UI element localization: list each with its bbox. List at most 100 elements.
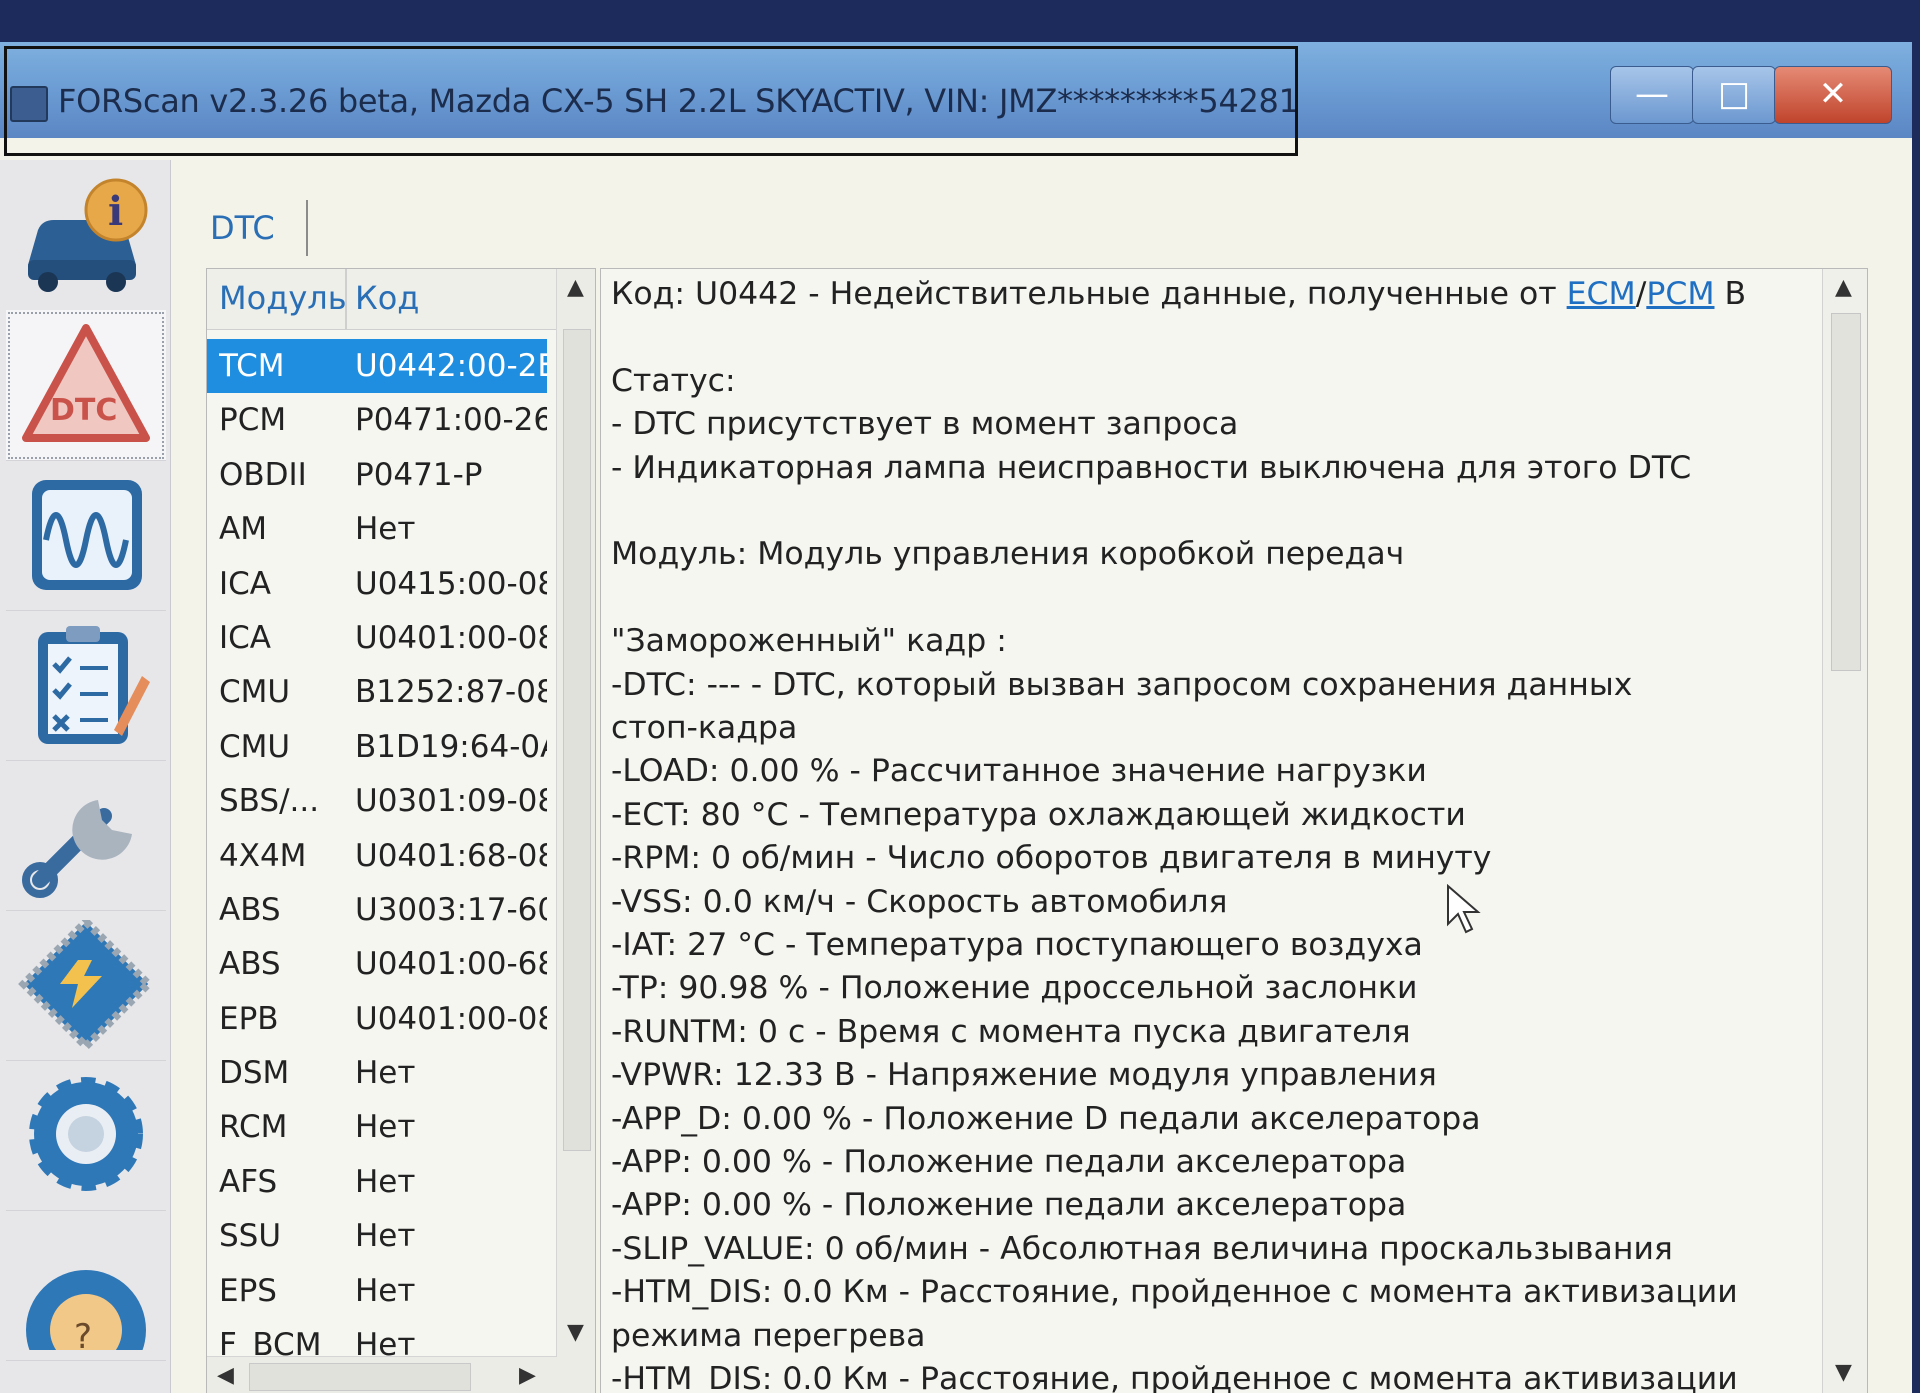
dtc-rows: TCM U0442:00-2E PCM P0471:00-26 OBDII P0471-P… <box>207 339 547 1372</box>
row-code: P0471-P <box>355 456 483 493</box>
table-row[interactable]: DSM Нет <box>207 1046 547 1100</box>
close-button[interactable]: ✕ <box>1774 66 1892 124</box>
sidebar-item-help[interactable]: ? <box>6 1210 166 1361</box>
detail-line: -HTM_DIS: 0.0 Км - Расстояние, пройденно… <box>611 1274 1738 1311</box>
row-module: CMU <box>219 728 291 765</box>
dtc-list-scroll-thumb[interactable] <box>563 329 591 1151</box>
column-header-module[interactable]: Модуль <box>219 279 347 317</box>
wrench-icon <box>22 800 132 898</box>
detail-line: -LOAD: 0.00 % - Рассчитанное значение на… <box>611 753 1427 790</box>
detail-line: -ECT: 80 °C - Температура охлаждающей жи… <box>611 796 1466 833</box>
row-code: Нет <box>355 1218 416 1255</box>
column-header-code[interactable]: Код <box>355 279 419 317</box>
table-row[interactable]: EPS Нет <box>207 1264 547 1318</box>
table-row[interactable]: TCM U0442:00-2E <box>207 339 547 394</box>
table-row[interactable]: ABS U0401:00-68 <box>207 937 547 991</box>
dtc-detail-text: Код: U0442 - Недействительные данные, по… <box>611 273 1801 1393</box>
svg-text:i: i <box>108 188 123 235</box>
dtc-icon-label: DTC <box>50 393 117 428</box>
maximize-button[interactable]: □ <box>1692 66 1776 124</box>
row-code: U0415:00-08 <box>355 565 547 602</box>
detail-scroll-thumb[interactable] <box>1831 313 1861 671</box>
row-module: ABS <box>219 946 281 983</box>
table-row[interactable]: AM Нет <box>207 502 547 556</box>
mouse-cursor-icon <box>1447 884 1481 934</box>
row-code: Нет <box>355 1163 416 1200</box>
chip-icon <box>18 920 154 1050</box>
row-code: B1252:87-08 <box>355 674 547 711</box>
detail-line: - Индикаторная лампа неисправности выклю… <box>611 449 1692 486</box>
detail-line: Модуль: Модуль управления коробкой перед… <box>611 536 1405 573</box>
detail-scroll-down-icon[interactable]: ▼ <box>1835 1360 1852 1385</box>
sidebar: i DTC ? <box>0 160 171 1393</box>
detail-scroll-up-icon[interactable]: ▲ <box>1835 275 1852 300</box>
dtc-list-horizontal-scrollbar[interactable]: ◀ ▶ <box>207 1356 557 1393</box>
sidebar-item-oscilloscope[interactable] <box>6 460 166 611</box>
row-module: EPB <box>219 1000 279 1037</box>
row-module: EPS <box>219 1272 277 1309</box>
table-row[interactable]: OBDII P0471-P <box>207 448 547 502</box>
scroll-left-arrow-icon[interactable]: ◀ <box>217 1363 234 1388</box>
table-row[interactable]: AFS Нет <box>207 1155 547 1209</box>
row-code: U3003:17-60 <box>355 891 547 928</box>
table-row[interactable]: ICA U0415:00-08 <box>207 557 547 611</box>
app-icon <box>10 86 48 122</box>
detail-line: -VSS: 0.0 км/ч - Скорость автомобиля <box>611 883 1228 920</box>
table-row[interactable]: 4X4M U0401:68-08 <box>207 829 547 883</box>
table-row[interactable]: PCM P0471:00-26 <box>207 393 547 447</box>
sidebar-item-vehicle-info[interactable]: i <box>6 160 166 311</box>
row-code: B1D19:64-0A <box>355 728 547 765</box>
detail-line: -HTM_DIS: 0.0 Км - Расстояние, пройденно… <box>611 1361 1738 1393</box>
table-row[interactable]: EPB U0401:00-08 <box>207 992 547 1046</box>
sidebar-item-tests[interactable] <box>6 610 166 761</box>
sidebar-item-service[interactable] <box>6 760 166 911</box>
scroll-right-arrow-icon[interactable]: ▶ <box>519 1363 536 1388</box>
detail-line: -DTC: --- - DTC, который вызван запросом… <box>611 666 1633 703</box>
sidebar-item-programming[interactable] <box>6 910 166 1061</box>
table-row[interactable]: CMU B1D19:64-0A <box>207 720 547 774</box>
sidebar-item-settings[interactable] <box>6 1060 166 1211</box>
detail-line: -IAT: 27 °C - Температура поступающего в… <box>611 927 1423 964</box>
detail-line: стоп-кадра <box>611 710 798 747</box>
minimize-button[interactable]: — <box>1610 66 1694 124</box>
row-code: U0442:00-2E <box>355 348 547 384</box>
row-module: ICA <box>219 565 271 602</box>
table-row[interactable]: ABS U3003:17-60 <box>207 883 547 937</box>
row-module: PCM <box>219 402 287 439</box>
detail-lines: Статус: - DTC присутствует в момент запр… <box>611 316 1801 1393</box>
column-separator[interactable] <box>345 269 347 329</box>
dtc-list-vertical-scrollbar[interactable]: ▲ ▼ <box>556 269 595 1393</box>
table-row[interactable]: RCM Нет <box>207 1100 547 1154</box>
dtc-detail-panel[interactable]: Код: U0442 - Недействительные данные, по… <box>600 268 1868 1393</box>
table-row[interactable]: SBS/... U0301:09-08 <box>207 774 547 828</box>
detail-line: -APP: 0.00 % - Положение педали акселера… <box>611 1144 1407 1181</box>
detail-line <box>611 316 1801 359</box>
scroll-down-arrow-icon[interactable]: ▼ <box>567 1320 584 1345</box>
table-row[interactable]: SSU Нет <box>207 1209 547 1263</box>
table-row[interactable]: ICA U0401:00-08 <box>207 611 547 665</box>
row-module: AFS <box>219 1163 278 1200</box>
oscilloscope-icon <box>32 480 142 590</box>
scroll-up-arrow-icon[interactable]: ▲ <box>567 275 584 300</box>
tab-dtc[interactable]: DTC <box>200 200 308 256</box>
dtc-list[interactable]: Модуль Код TCM U0442:00-2E PCM P0471:00-26 O… <box>206 268 596 1393</box>
pcm-link[interactable]: PCM <box>1646 276 1714 312</box>
row-code: P0471:00-26 <box>355 402 547 439</box>
detail-vertical-scrollbar[interactable]: ▲ ▼ <box>1822 269 1867 1393</box>
sidebar-item-dtc[interactable]: DTC <box>6 310 166 461</box>
row-code: U0401:00-08 <box>355 619 547 656</box>
row-module: TCM <box>219 348 285 384</box>
ecm-link[interactable]: ECM <box>1567 276 1636 312</box>
detail-line: режима перегрева <box>611 1317 926 1354</box>
detail-line <box>611 490 1801 533</box>
main-content: DTC Модуль Код TCM U0442:00-2E PCM P0471:00… <box>170 160 1912 1393</box>
detail-line: -SLIP_VALUE: 0 об/мин - Абсолютная велич… <box>611 1230 1673 1267</box>
row-module: CMU <box>219 674 291 711</box>
window-title: FORScan v2.3.26 beta, Mazda CX-5 SH 2.2L… <box>58 82 1299 120</box>
detail-line: "Замороженный" кадр : <box>611 623 1007 660</box>
title-bar[interactable]: FORScan v2.3.26 beta, Mazda CX-5 SH 2.2L… <box>0 42 1912 138</box>
dtc-list-hscroll-thumb[interactable] <box>249 1363 471 1391</box>
row-module: RCM <box>219 1109 288 1146</box>
table-row[interactable]: CMU B1252:87-08 <box>207 665 547 719</box>
checklist-icon <box>38 626 150 744</box>
